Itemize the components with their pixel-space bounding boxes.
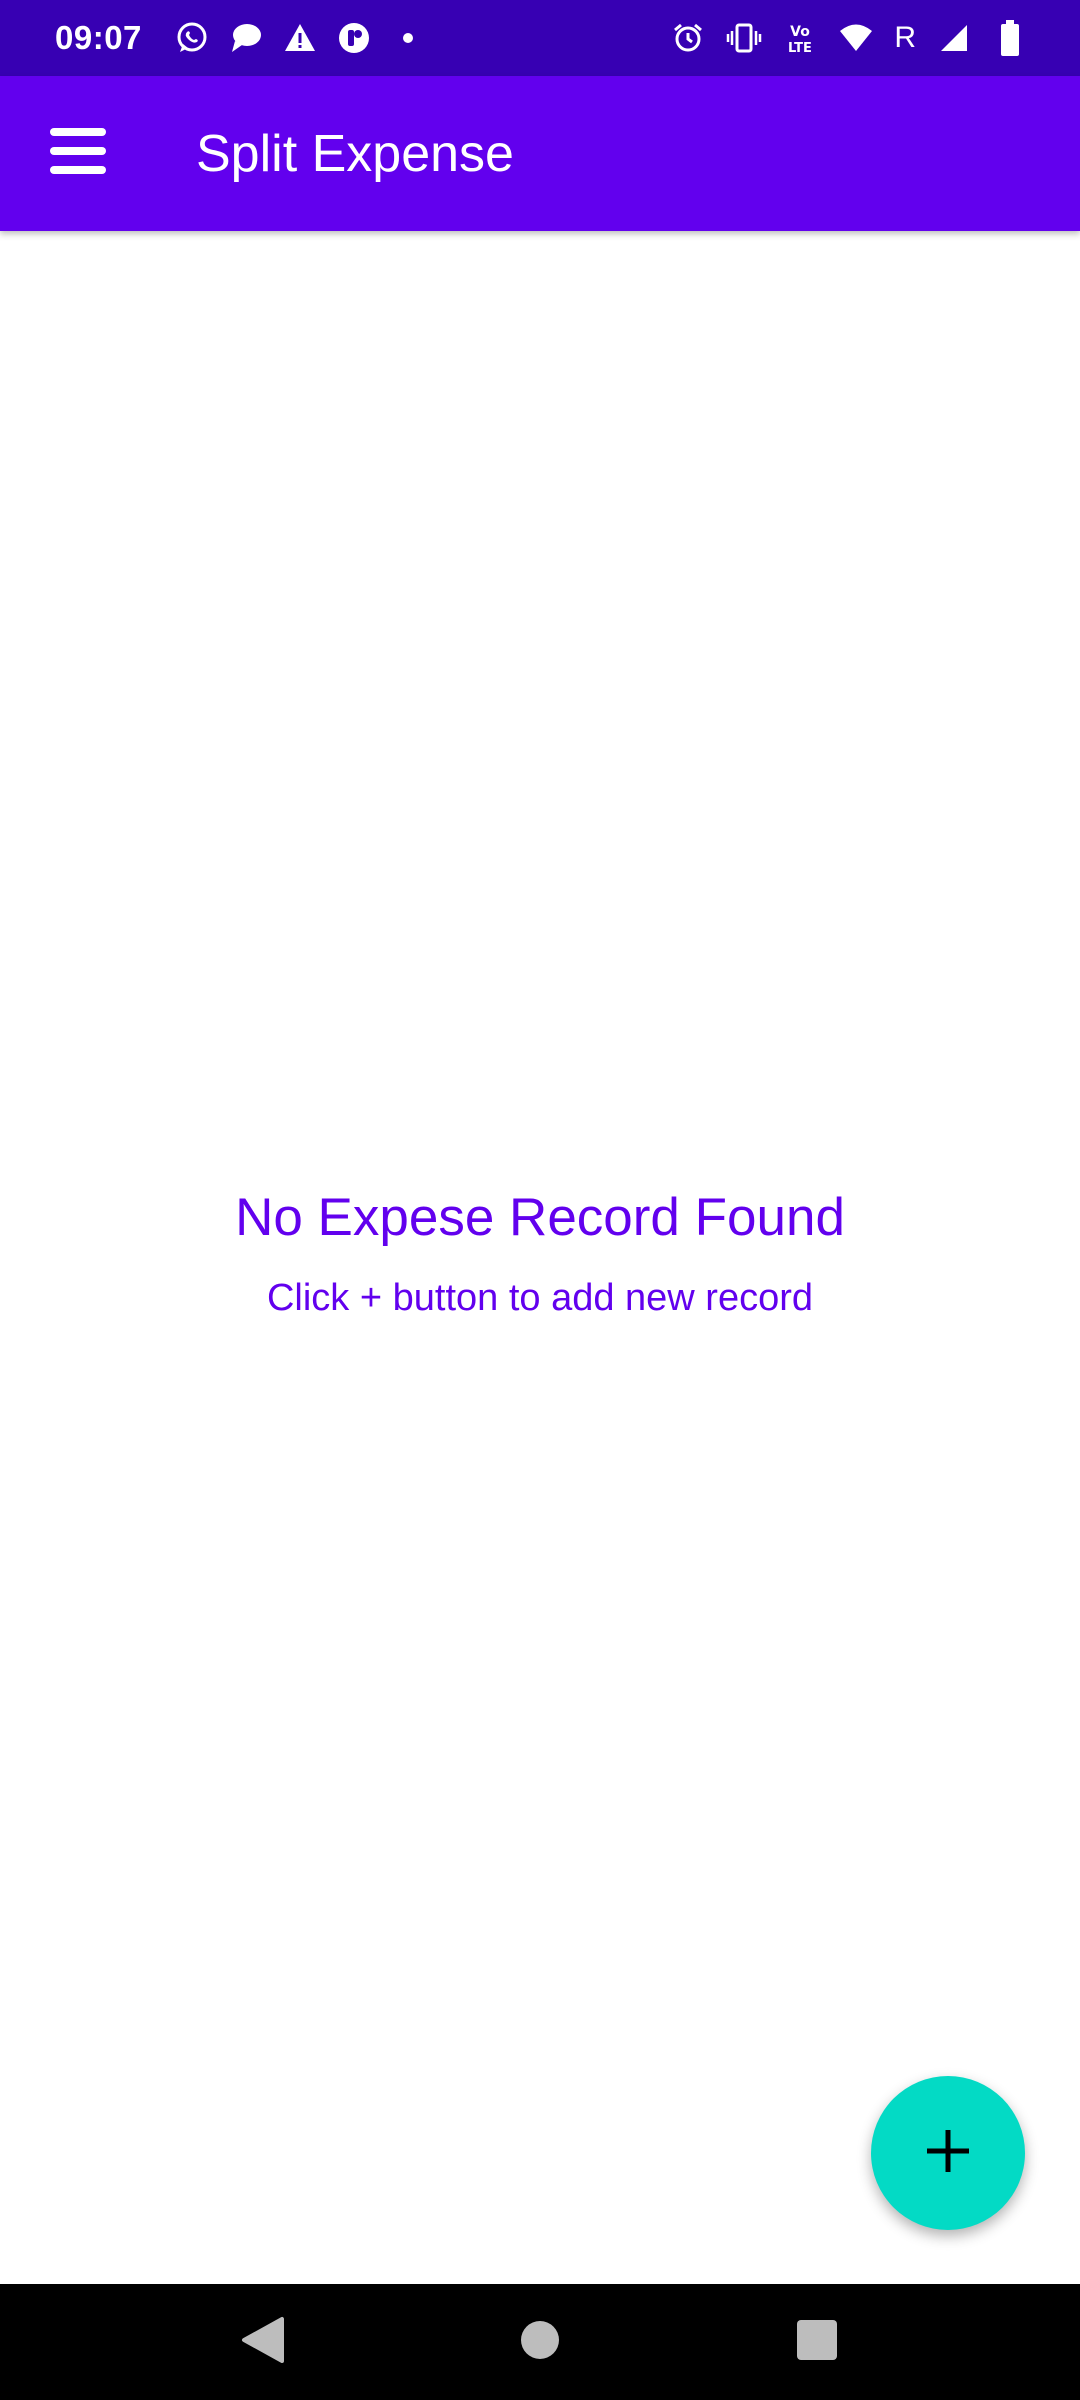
- add-record-button[interactable]: [871, 2076, 1025, 2230]
- status-left: 09:07: [55, 19, 670, 57]
- status-bar: 09:07 Vo LTE R: [0, 0, 1080, 76]
- empty-state-subtitle: Click + button to add new record: [266, 1277, 814, 1319]
- recents-button[interactable]: [772, 2297, 862, 2387]
- home-button[interactable]: [495, 2297, 585, 2387]
- status-time: 09:07: [55, 19, 142, 56]
- vibrate-icon: [726, 20, 762, 56]
- plus-icon: [925, 2128, 971, 2179]
- roaming-indicator: R: [894, 21, 916, 54]
- warning-icon: [282, 20, 318, 56]
- message-icon: [228, 20, 264, 56]
- svg-text:LTE: LTE: [788, 41, 812, 55]
- recents-square-icon: [796, 2319, 838, 2366]
- app-bar: Split Expense: [0, 76, 1080, 231]
- wifi-icon: [838, 20, 874, 56]
- back-button[interactable]: [218, 2297, 308, 2387]
- dot-icon: [390, 20, 426, 56]
- app-notification-icon: [336, 20, 372, 56]
- home-circle-icon: [519, 2319, 561, 2366]
- status-right: Vo LTE R: [670, 20, 1028, 56]
- alarm-icon: [670, 20, 706, 56]
- signal-icon: [936, 20, 972, 56]
- whatsapp-icon: [174, 20, 210, 56]
- volte-icon: Vo LTE: [782, 20, 818, 56]
- battery-icon: [992, 20, 1028, 56]
- empty-state: No Expese Record Found Click + button to…: [0, 1180, 1080, 1326]
- page-title: Split Expense: [196, 124, 514, 183]
- navigation-bar: [0, 2284, 1080, 2400]
- svg-text:Vo: Vo: [790, 24, 810, 40]
- back-triangle-icon: [240, 2315, 286, 2370]
- hamburger-menu-icon: [48, 123, 108, 184]
- empty-state-title: No Expese Record Found: [235, 1188, 845, 1247]
- menu-button[interactable]: [40, 116, 116, 192]
